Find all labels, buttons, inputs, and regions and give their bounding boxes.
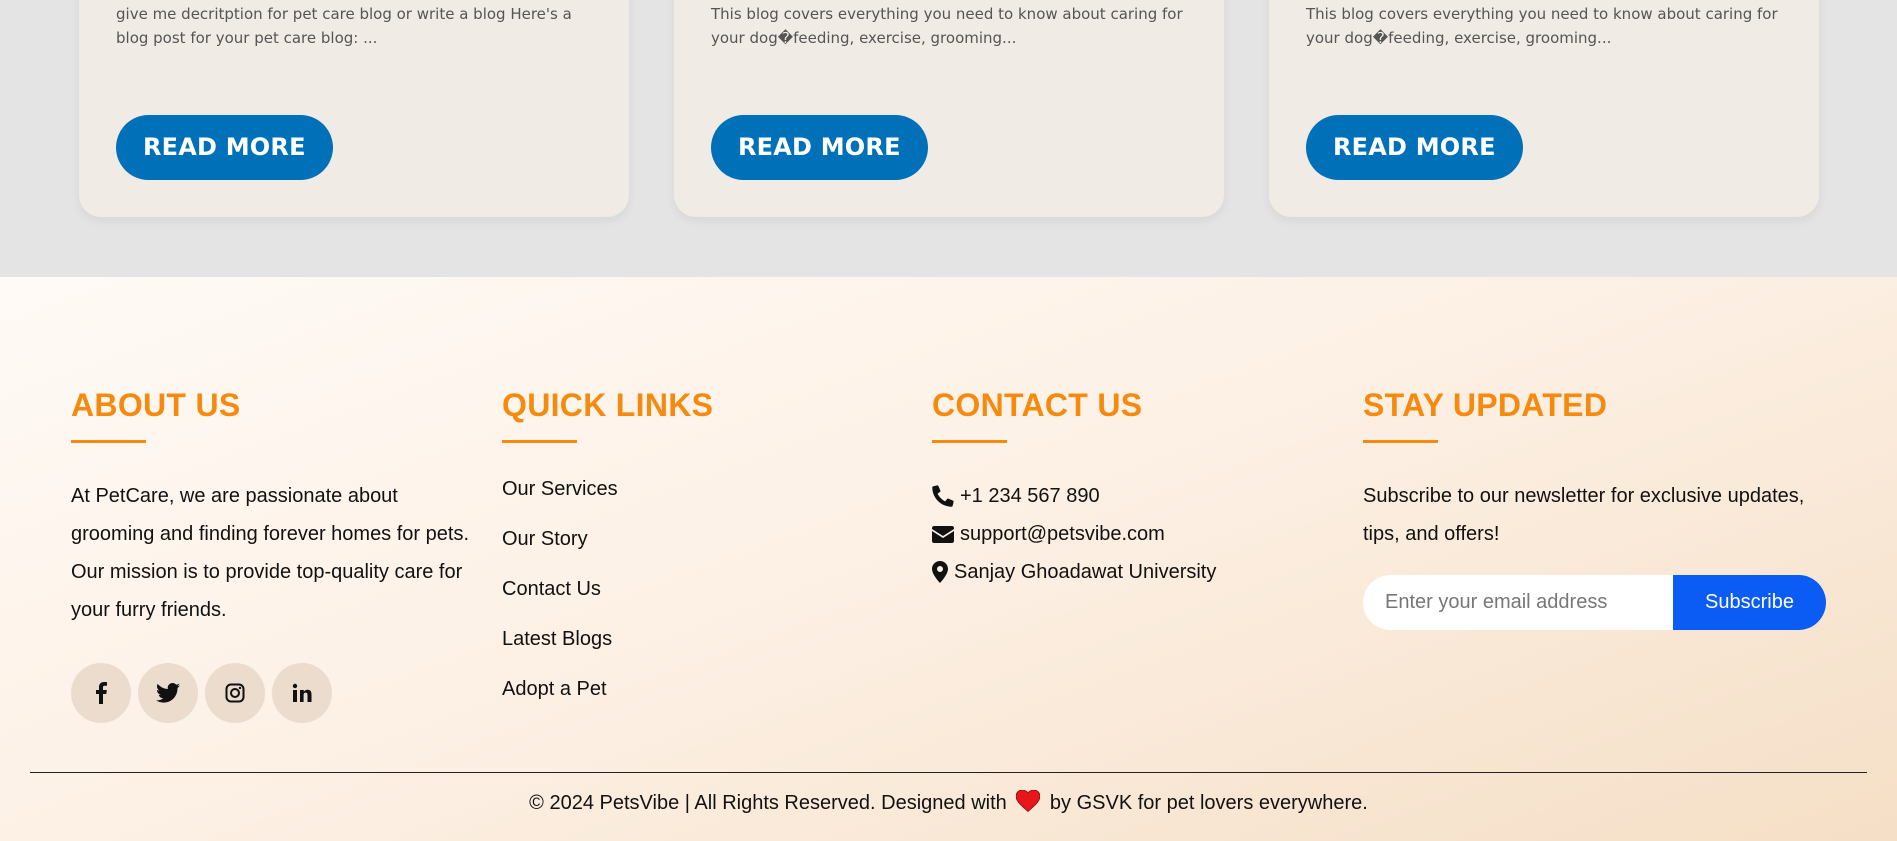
heart-icon — [1016, 790, 1041, 812]
blog-card: give me decritption for pet care blog or… — [79, 0, 629, 217]
twitter-link[interactable] — [138, 663, 198, 723]
heading-underline — [502, 440, 577, 443]
facebook-link[interactable] — [71, 663, 131, 723]
read-more-button[interactable]: READ MORE — [711, 115, 928, 180]
phone-icon — [932, 485, 954, 507]
contact-address: Sanjay Ghoadawat University — [932, 553, 1216, 591]
about-heading: ABOUT US — [71, 387, 241, 423]
blog-card-description: This blog covers everything you need to … — [1306, 5, 1778, 47]
quick-link-our-services[interactable]: Our Services — [502, 477, 713, 527]
quick-link-adopt-a-pet[interactable]: Adopt a Pet — [502, 677, 713, 727]
contact-heading: CONTACT US — [932, 387, 1143, 423]
twitter-icon — [156, 683, 180, 703]
contact-email-text: support@petsvibe.com — [960, 522, 1165, 545]
quick-links-list: Our Services Our Story Contact Us Latest… — [502, 477, 713, 727]
site-footer: ABOUT US At PetCare, we are passionate a… — [0, 277, 1897, 841]
linkedin-link[interactable] — [272, 663, 332, 723]
newsletter-text: Subscribe to our newsletter for exclusiv… — [1363, 485, 1805, 545]
contact-email: support@petsvibe.com — [932, 515, 1216, 553]
blog-card-description: give me decritption for pet care blog or… — [116, 5, 572, 47]
facebook-icon — [96, 682, 107, 704]
heading-underline — [1363, 440, 1438, 443]
envelope-icon — [932, 525, 954, 543]
about-section: ABOUT US At PetCare, we are passionate a… — [71, 387, 471, 723]
instagram-link[interactable] — [205, 663, 265, 723]
quick-links-section: QUICK LINKS Our Services Our Story Conta… — [502, 387, 713, 727]
quick-links-heading: QUICK LINKS — [502, 387, 714, 423]
instagram-icon — [225, 683, 245, 703]
quick-link-contact-us[interactable]: Contact Us — [502, 577, 713, 627]
linkedin-icon — [292, 683, 312, 702]
subscribe-button[interactable]: Subscribe — [1673, 575, 1826, 630]
heading-underline — [932, 440, 1007, 443]
read-more-button[interactable]: READ MORE — [1306, 115, 1523, 180]
newsletter-email-input[interactable] — [1363, 575, 1673, 630]
blog-section: give me decritption for pet care blog or… — [0, 0, 1897, 277]
read-more-button[interactable]: READ MORE — [116, 115, 333, 180]
about-text: At PetCare, we are passionate about groo… — [71, 485, 469, 621]
quick-link-our-story[interactable]: Our Story — [502, 527, 713, 577]
footer-divider — [30, 772, 1867, 773]
contact-phone-text: +1 234 567 890 — [960, 484, 1100, 507]
newsletter-form: Subscribe — [1363, 575, 1826, 630]
contact-section: CONTACT US +1 234 567 890 support@petsvi… — [932, 387, 1216, 591]
social-links — [71, 663, 471, 723]
copyright-text: © 2024 PetsVibe | All Rights Reserved. D… — [0, 790, 1897, 815]
newsletter-heading: STAY UPDATED — [1363, 387, 1608, 423]
blog-card-description: This blog covers everything you need to … — [711, 5, 1183, 47]
contact-address-text: Sanjay Ghoadawat University — [954, 560, 1217, 583]
quick-link-latest-blogs[interactable]: Latest Blogs — [502, 627, 713, 677]
map-marker-icon — [932, 561, 948, 583]
contact-list: +1 234 567 890 support@petsvibe.com Sanj… — [932, 477, 1216, 591]
copyright-suffix: by GSVK for pet lovers everywhere. — [1049, 792, 1368, 814]
heading-underline — [71, 440, 146, 443]
blog-card: This blog covers everything you need to … — [674, 0, 1224, 217]
contact-phone: +1 234 567 890 — [932, 477, 1216, 515]
newsletter-section: STAY UPDATED Subscribe to our newsletter… — [1363, 387, 1833, 630]
blog-card: This blog covers everything you need to … — [1269, 0, 1819, 217]
copyright-prefix: © 2024 PetsVibe | All Rights Reserved. D… — [529, 792, 1007, 814]
